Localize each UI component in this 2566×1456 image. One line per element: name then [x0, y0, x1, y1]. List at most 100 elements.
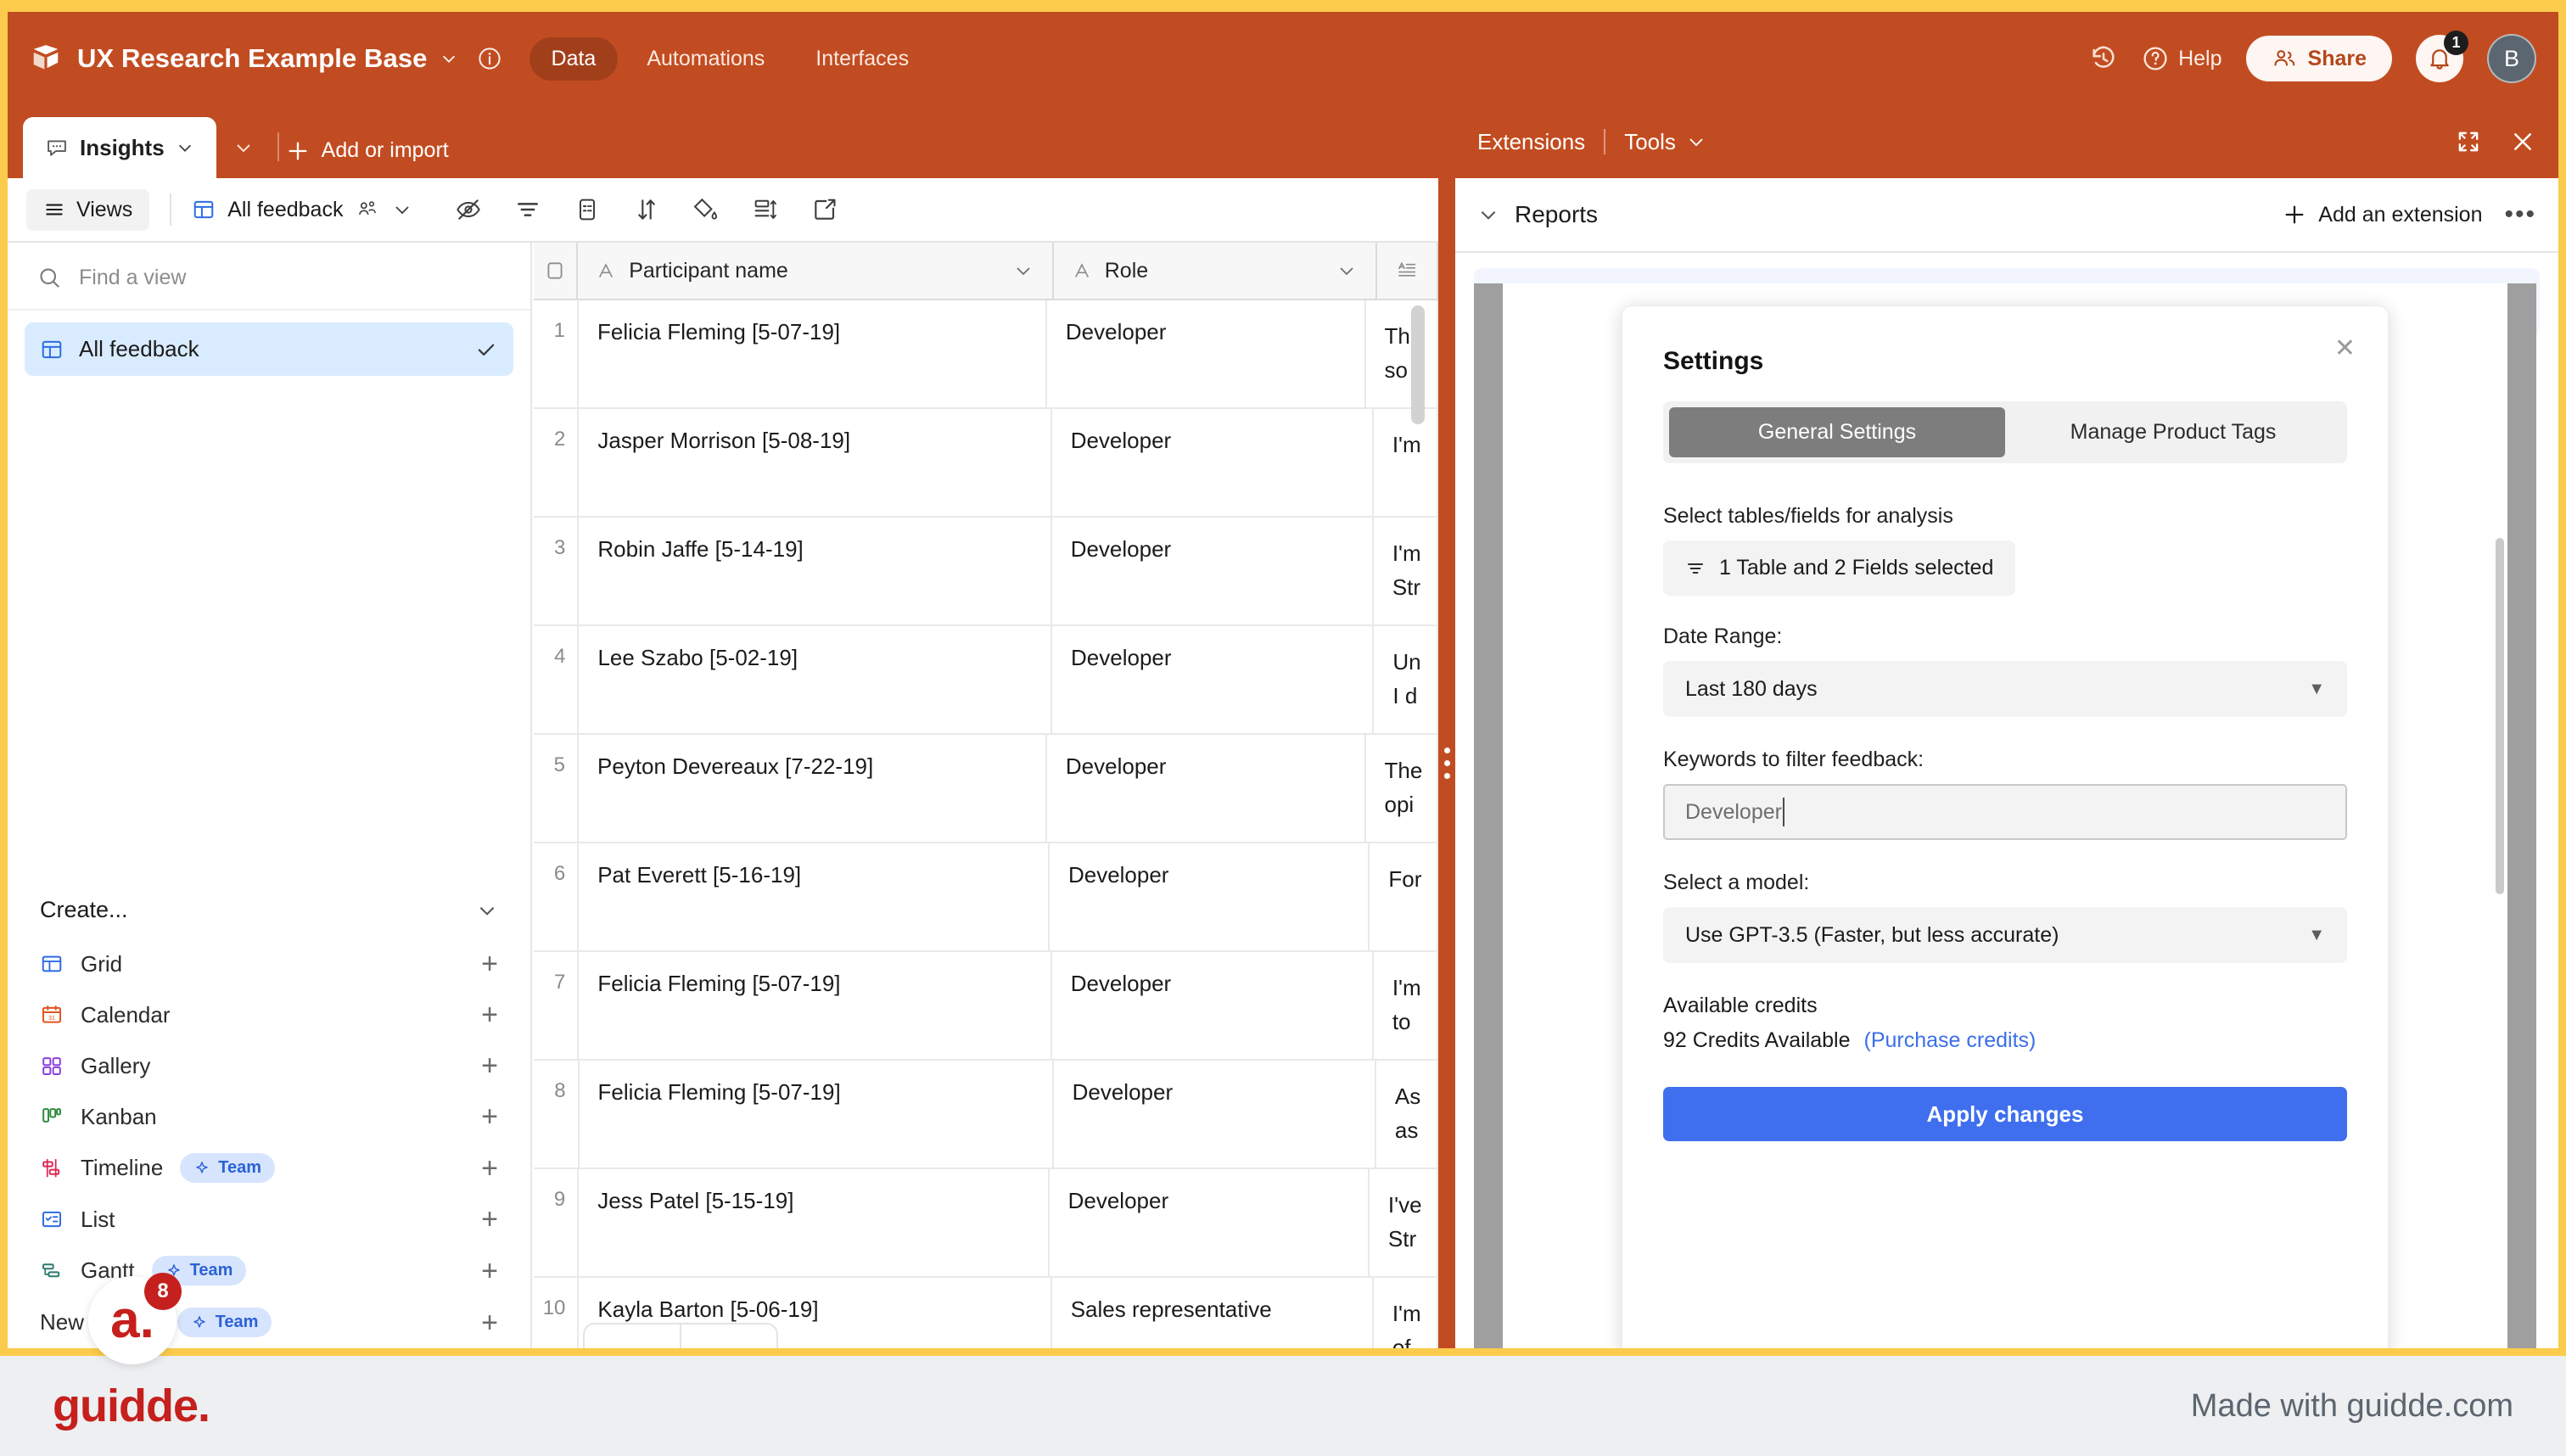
notifications-button[interactable]: 1 — [2416, 31, 2468, 82]
table-row[interactable]: 6 Pat Everett [5-16-19] Developer For — [534, 843, 1438, 952]
cell-participant-name[interactable]: Felicia Fleming [5-07-19] — [579, 300, 1047, 407]
cell-feedback[interactable]: Un I d — [1374, 626, 1438, 733]
date-range-select[interactable]: Last 180 days ▼ — [1663, 661, 2347, 717]
sort-icon[interactable] — [633, 196, 660, 223]
column-header-feedback[interactable] — [1377, 243, 1438, 299]
share-view-icon[interactable] — [811, 196, 838, 223]
cell-participant-name[interactable]: Robin Jaffe [5-14-19] — [579, 518, 1052, 624]
active-view-selector[interactable]: All feedback — [192, 198, 412, 222]
table-row[interactable]: 5 Peyton Devereaux [7-22-19] Developer The … — [534, 735, 1438, 843]
row-height-icon[interactable] — [752, 196, 779, 223]
add-icon[interactable]: + — [481, 1102, 498, 1131]
tables-fields-selector[interactable]: 1 Table and 2 Fields selected — [1663, 540, 2016, 596]
chevron-down-icon[interactable] — [1336, 260, 1357, 281]
keywords-input[interactable]: Developer — [1663, 784, 2347, 840]
cell-role[interactable]: Developer — [1054, 1061, 1376, 1168]
more-options-icon[interactable]: ••• — [2504, 200, 2536, 229]
grid-vertical-scrollbar[interactable] — [1411, 305, 1425, 424]
cell-role[interactable]: Developer — [1052, 518, 1374, 624]
close-icon[interactable] — [2509, 128, 2536, 155]
create-item-gantt[interactable]: Gantt Team + — [25, 1245, 513, 1296]
add-icon[interactable]: + — [481, 1154, 498, 1183]
share-button[interactable]: Share — [2245, 36, 2392, 81]
add-icon[interactable]: + — [481, 1205, 498, 1234]
add-extension-button[interactable]: Add an extension — [2283, 203, 2482, 227]
add-icon[interactable]: + — [481, 1000, 498, 1029]
table-tab-insights[interactable]: Insights — [23, 117, 216, 178]
create-item-gallery[interactable]: Gallery + — [25, 1040, 513, 1091]
chevron-down-icon[interactable] — [1013, 260, 1034, 281]
column-header-role[interactable]: Role — [1054, 243, 1378, 299]
chevron-down-icon[interactable] — [1686, 132, 1706, 152]
info-icon[interactable] — [477, 46, 502, 71]
cell-role[interactable]: Sales representative — [1052, 1278, 1374, 1348]
cell-role[interactable]: Developer — [1047, 300, 1366, 407]
cell-role[interactable]: Developer — [1052, 626, 1375, 733]
add-icon[interactable]: + — [481, 1257, 498, 1285]
cell-feedback[interactable]: I'm to — [1374, 952, 1438, 1059]
cell-feedback[interactable]: I'm — [1374, 409, 1438, 516]
create-item-kanban[interactable]: Kanban + — [25, 1091, 513, 1142]
cell-role[interactable]: Developer — [1047, 735, 1366, 842]
find-a-view-search[interactable]: Find a view — [8, 243, 530, 311]
tab-general-settings[interactable]: General Settings — [1669, 407, 2005, 457]
table-row[interactable]: 8 Felicia Fleming [5-07-19] Developer As as — [534, 1061, 1438, 1169]
add-icon[interactable]: + — [481, 1051, 498, 1080]
table-row[interactable]: 7 Felicia Fleming [5-07-19] Developer I'm t… — [534, 952, 1438, 1061]
cell-participant-name[interactable]: Lee Szabo [5-02-19] — [579, 626, 1053, 733]
create-item-calendar[interactable]: 31 Calendar + — [25, 989, 513, 1040]
table-row[interactable]: 1 Felicia Fleming [5-07-19] Developer The s… — [534, 300, 1438, 409]
column-header-participant-name[interactable]: Participant name — [578, 243, 1054, 299]
chevron-down-icon[interactable] — [440, 49, 458, 68]
cell-role[interactable]: Developer — [1050, 1169, 1370, 1276]
tools-menu-label[interactable]: Tools — [1624, 129, 1676, 155]
hide-fields-icon[interactable] — [455, 196, 482, 223]
add-icon[interactable]: + — [481, 949, 498, 978]
nav-tab-data[interactable]: Data — [529, 36, 619, 81]
color-icon[interactable] — [692, 196, 720, 223]
tab-list-dropdown-button[interactable] — [216, 117, 271, 178]
table-row[interactable]: 9 Jess Patel [5-15-19] Developer I've Str — [534, 1169, 1438, 1278]
extension-scrollbar[interactable] — [2496, 538, 2504, 894]
cell-participant-name[interactable]: Jasper Morrison [5-08-19] — [579, 409, 1052, 516]
panel-resize-handle[interactable] — [1438, 178, 1455, 1348]
cell-feedback[interactable]: I'm of — [1374, 1278, 1438, 1348]
cell-role[interactable]: Developer — [1052, 952, 1374, 1059]
cell-feedback[interactable]: I'm Str — [1374, 518, 1438, 624]
close-icon[interactable]: ✕ — [2334, 333, 2356, 363]
add-icon[interactable]: + — [481, 1308, 498, 1337]
cell-feedback[interactable]: As as — [1376, 1061, 1438, 1168]
create-item-grid[interactable]: Grid + — [25, 938, 513, 989]
tab-manage-product-tags[interactable]: Manage Product Tags — [2005, 407, 2341, 457]
cell-participant-name[interactable]: Pat Everett [5-16-19] — [579, 843, 1050, 950]
expand-icon[interactable] — [2455, 128, 2482, 155]
add-or-import-button[interactable]: Add or import — [286, 138, 449, 178]
chevron-down-icon[interactable] — [476, 899, 498, 921]
model-select[interactable]: Use GPT-3.5 (Faster, but less accurate) … — [1663, 907, 2347, 963]
history-clock-icon[interactable] — [2089, 44, 2118, 73]
table-row[interactable]: 2 Jasper Morrison [5-08-19] Developer I'm — [534, 409, 1438, 518]
chevron-down-icon[interactable] — [392, 199, 412, 220]
table-row[interactable]: 3 Robin Jaffe [5-14-19] Developer I'm Str — [534, 518, 1438, 626]
cell-participant-name[interactable]: Peyton Devereaux [7-22-19] — [579, 735, 1047, 842]
nav-tab-interfaces[interactable]: Interfaces — [793, 37, 931, 81]
purchase-credits-link[interactable]: (Purchase credits) — [1864, 1028, 2037, 1053]
filter-icon[interactable] — [514, 196, 541, 223]
nav-tab-automations[interactable]: Automations — [625, 37, 787, 81]
create-section-header[interactable]: Create... — [25, 878, 513, 938]
cell-participant-name[interactable]: Jess Patel [5-15-19] — [579, 1169, 1050, 1276]
create-item-timeline[interactable]: Timeline Team + — [25, 1142, 513, 1194]
cell-participant-name[interactable]: Felicia Fleming [5-07-19] — [580, 1061, 1054, 1168]
cell-feedback[interactable]: I've Str — [1370, 1169, 1438, 1276]
user-avatar[interactable]: B — [2487, 34, 2536, 83]
chevron-down-icon[interactable] — [176, 138, 194, 157]
cell-feedback[interactable]: For — [1370, 843, 1438, 950]
cell-role[interactable]: Developer — [1050, 843, 1370, 950]
chevron-down-icon[interactable] — [1477, 204, 1499, 226]
cell-feedback[interactable]: The opi — [1366, 735, 1438, 842]
cell-feedback[interactable]: The so — [1366, 300, 1438, 407]
group-records-icon[interactable] — [574, 196, 601, 223]
table-row[interactable]: 4 Lee Szabo [5-02-19] Developer Un I d — [534, 626, 1438, 735]
apply-changes-button[interactable]: Apply changes — [1663, 1087, 2347, 1141]
cell-participant-name[interactable]: Felicia Fleming [5-07-19] — [579, 952, 1052, 1059]
